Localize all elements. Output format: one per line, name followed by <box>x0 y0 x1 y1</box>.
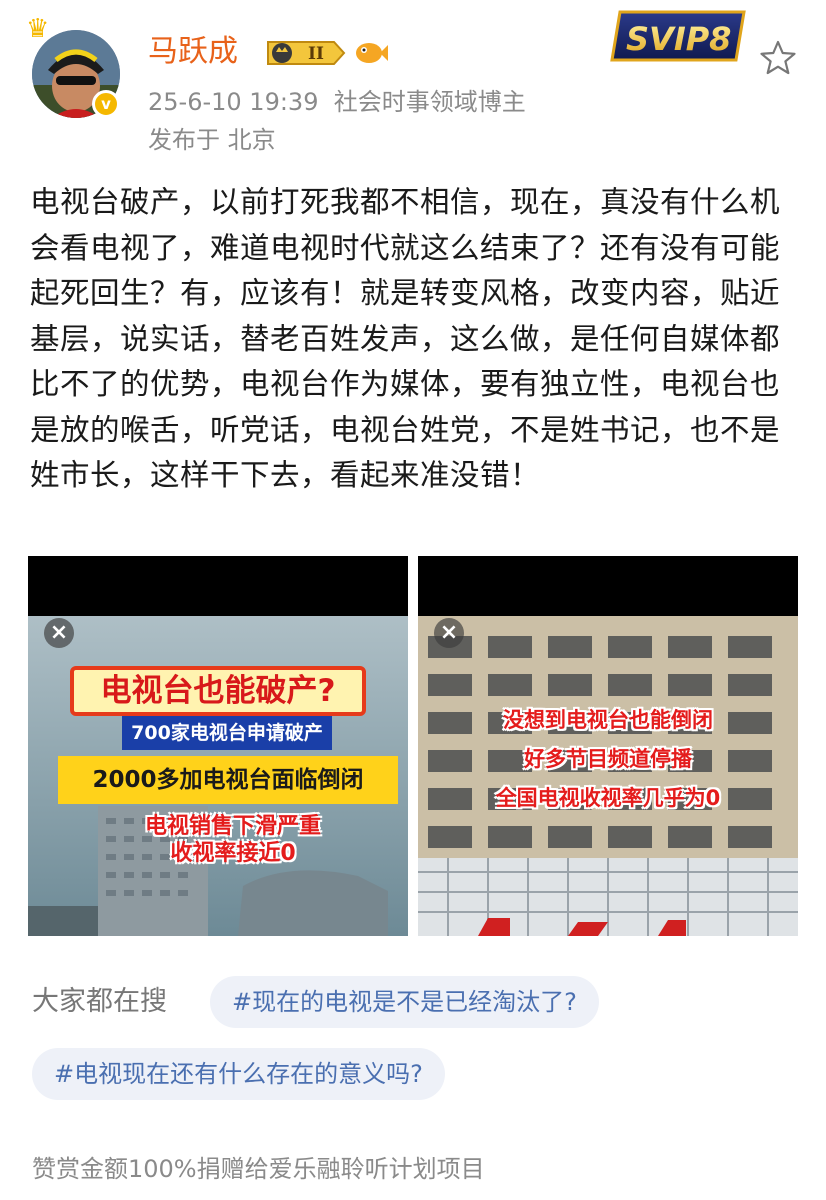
rank-badge[interactable]: II <box>264 38 346 68</box>
post-time: 25-6-10 19:39 <box>148 88 319 116</box>
favorite-star-icon[interactable] <box>758 38 798 78</box>
post-meta: 25-6-10 19:39 社会时事领域博主 <box>148 86 526 118</box>
post-location: 发布于 北京 <box>148 126 276 154</box>
image2-line-2: 好多节目频道停播 <box>524 747 692 771</box>
svip-badge-text: SVIP8 <box>626 20 731 58</box>
close-icon[interactable]: × <box>434 618 464 648</box>
search-chip-1[interactable]: #现在的电视是不是已经淘汰了? <box>210 976 599 1028</box>
image1-headline: 电视台也能破产? <box>70 666 366 716</box>
crown-icon: ♛ <box>26 14 50 44</box>
image2-line-3: 全国电视收视率几乎为0 <box>495 786 721 810</box>
image-top-bar <box>28 556 408 616</box>
image1-red-line-2: 收视率接近0 <box>170 841 296 866</box>
post-image-1[interactable]: × 电视台也能破产? 700家电视台申请破产 2000多加电视台面临倒闭 电视销… <box>28 556 408 936</box>
search-chip-2[interactable]: #电视现在还有什么存在的意义吗? <box>32 1048 445 1100</box>
image1-red-line-1: 电视销售下滑严重 <box>144 814 321 839</box>
image-top-bar <box>418 556 798 616</box>
close-icon[interactable]: × <box>44 618 74 648</box>
search-section-label: 大家都在搜 <box>32 986 167 1017</box>
image2-line-1: 没想到电视台也能倒闭 <box>503 708 713 732</box>
verified-icon: v <box>92 90 120 118</box>
rank-badge-text: II <box>308 44 324 64</box>
post-image-2[interactable]: × 没想到电视台也能倒闭 好多节目频道停播 全国电视收视率几乎为0 <box>418 556 798 936</box>
image1-yellow-banner: 2000多加电视台面临倒闭 <box>58 756 398 804</box>
author-tag: 社会时事领域博主 <box>333 88 526 116</box>
fish-icon <box>354 38 388 68</box>
svip-badge[interactable]: SVIP8 <box>606 6 750 66</box>
image1-blue-banner: 700家电视台申请破产 <box>122 716 332 750</box>
author-name[interactable]: 马跃成 <box>148 32 238 72</box>
post-text: 电视台破产，以前打死我都不相信，现在，真没有什么机会看电视了，难道电视时代就这么… <box>30 185 781 492</box>
reward-note: 赞赏金额100%捐赠给爱乐融聆听计划项目 <box>32 1155 485 1183</box>
